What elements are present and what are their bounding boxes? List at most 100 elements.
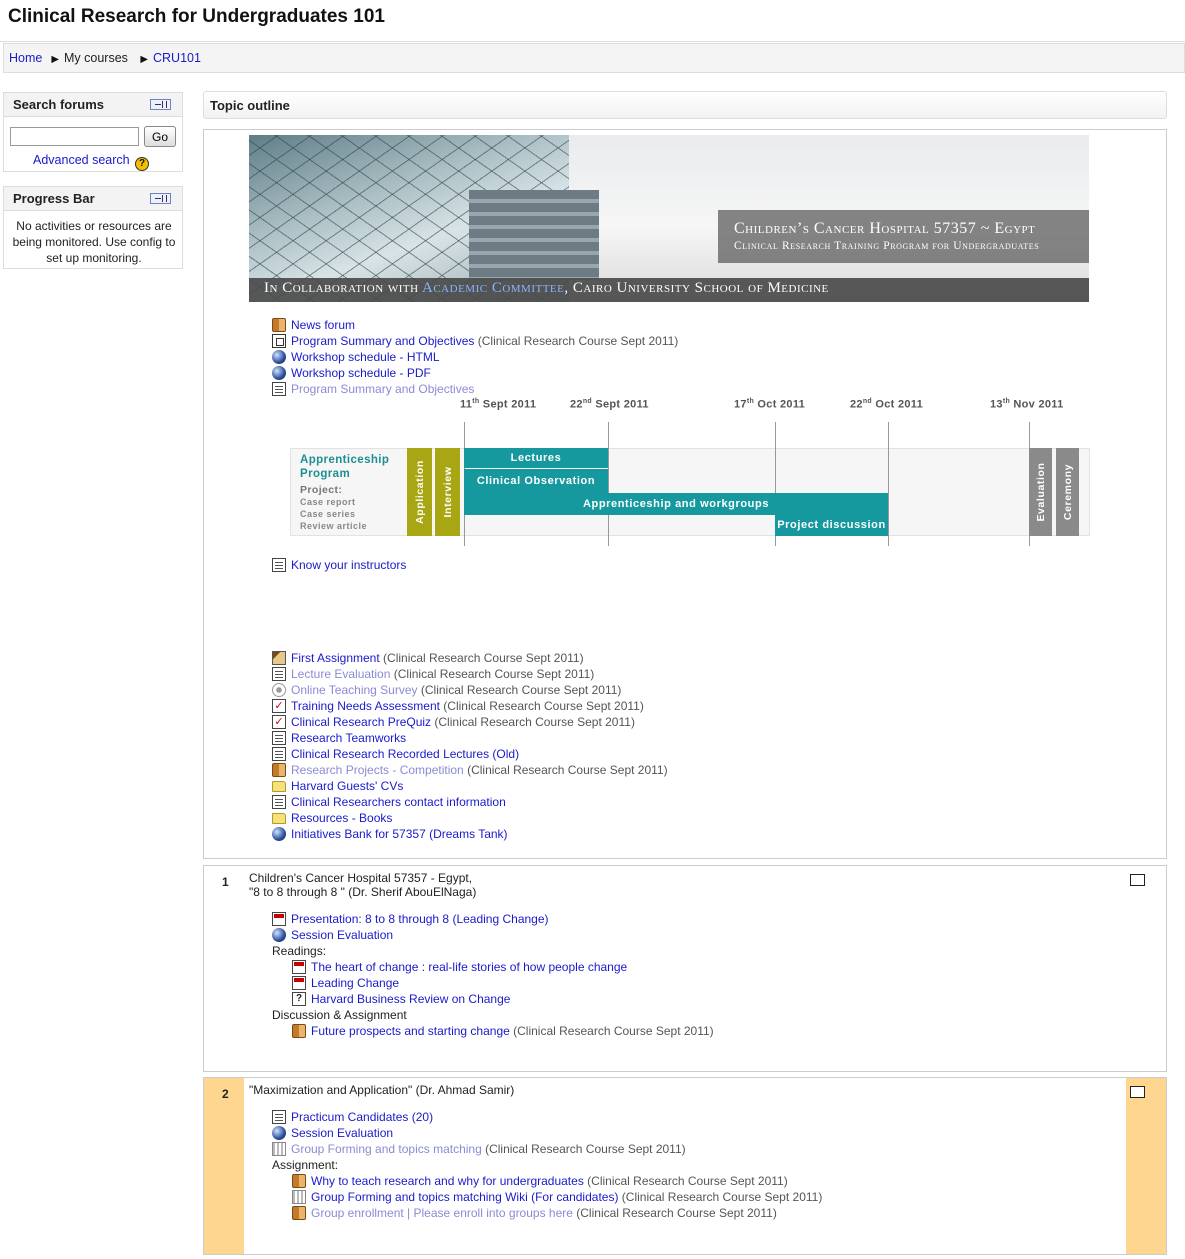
activity-category: (Clinical Research Course Sept 2011) — [463, 763, 668, 777]
banner-footer-post: , Cairo University School of Medicine — [564, 280, 829, 296]
section-highlight-toggle[interactable] — [1130, 1086, 1145, 1098]
instructors-photo-strip — [272, 575, 1020, 647]
forum-icon — [292, 1174, 306, 1188]
timeline-gridline — [888, 422, 889, 546]
activity-link[interactable]: Clinical Research Recorded Lectures (Old… — [291, 747, 519, 761]
banner-footer: In Collaboration with Academic Committee… — [249, 278, 1089, 302]
breadcrumb-course[interactable]: CRU101 — [153, 51, 201, 65]
clinical-observation-bar: Clinical Observation — [464, 469, 608, 493]
banner-footer-pre: In Collaboration with — [264, 280, 423, 296]
activity-link[interactable]: Initiatives Bank for 57357 (Dreams Tank) — [291, 827, 508, 841]
breadcrumb-separator: ► — [138, 52, 151, 66]
assignment-label: Assignment: — [272, 1158, 339, 1172]
activity-link[interactable]: Clinical Research PreQuiz — [291, 715, 431, 729]
section-right-highlight — [1126, 1078, 1166, 1254]
activity-link[interactable]: Training Needs Assessment — [291, 699, 440, 713]
activity-link[interactable]: Presentation: 8 to 8 through 8 (Leading … — [291, 912, 549, 926]
activity-link[interactable]: Why to teach research and why for underg… — [311, 1174, 584, 1188]
help-icon[interactable]: ? — [135, 157, 150, 171]
apprenticeship-legend: Apprenticeship Program Project: Case rep… — [300, 453, 410, 532]
discussion-label: Discussion & Assignment — [272, 1008, 407, 1022]
unknown-icon — [292, 992, 306, 1006]
project-discussion-bar: Project discussion — [775, 515, 888, 536]
page-title: Clinical Research for Undergraduates 101 — [8, 6, 385, 27]
section-highlight-toggle[interactable] — [1130, 874, 1145, 886]
activity-category: (Clinical Research Course Sept 2011) — [618, 1190, 823, 1204]
project-item: Case series — [300, 509, 356, 519]
breadcrumb-home[interactable]: Home — [9, 51, 42, 65]
search-input[interactable] — [10, 127, 139, 146]
section-summary-line: Children's Cancer Hospital 57357 - Egypt… — [249, 871, 473, 885]
project-item: Case report — [300, 497, 356, 507]
section-0: Children’s Cancer Hospital 57357 ~ Egypt… — [203, 129, 1167, 859]
choice-icon — [272, 683, 286, 697]
program-timeline: 11th Sept 2011 22nd Sept 2011 17th Oct 201… — [290, 398, 1090, 548]
activity-link[interactable]: Resources - Books — [291, 811, 392, 825]
evaluation-bar: Evaluation — [1029, 448, 1052, 536]
activity-link[interactable]: News forum — [291, 318, 355, 332]
activity-link[interactable]: Lecture Evaluation — [291, 667, 390, 681]
forum-icon — [292, 1206, 306, 1220]
activity-link[interactable]: Workshop schedule - HTML — [291, 350, 440, 364]
section-summary-line: "8 to 8 through 8 " (Dr. Sherif AbouElNa… — [249, 885, 477, 899]
building-photo-wing — [469, 190, 599, 280]
block-dock-icon[interactable] — [150, 99, 171, 110]
quiz-icon — [272, 715, 286, 729]
page-icon — [272, 731, 286, 745]
activity-link[interactable]: Harvard Guests' CVs — [291, 779, 403, 793]
timeline-date: 17th Oct 2011 — [734, 398, 806, 411]
globe-icon — [272, 827, 286, 841]
activity-link[interactable]: Leading Change — [311, 976, 399, 990]
page-icon — [272, 1110, 286, 1124]
activity-link[interactable]: Program Summary and Objectives — [291, 334, 474, 348]
activity-category: (Clinical Research Course Sept 2011) — [431, 715, 635, 729]
activity-link[interactable]: Research Projects - Competition — [291, 763, 464, 777]
advanced-search-link[interactable]: Advanced search — [33, 153, 130, 167]
activity-category: (Clinical Research Course Sept 2011) — [379, 651, 584, 665]
globe-icon — [272, 928, 286, 942]
application-bar: Application — [407, 448, 432, 536]
breadcrumb-separator: ► — [49, 52, 62, 66]
activity-link[interactable]: Group Forming and topics matching — [291, 1142, 482, 1156]
activity-link[interactable]: Harvard Business Review on Change — [311, 992, 510, 1006]
forum-icon — [292, 1024, 306, 1038]
activity-link[interactable]: The heart of change : real-life stories … — [311, 960, 627, 974]
timeline-date: 13th Nov 2011 — [990, 398, 1064, 411]
activity-link[interactable]: Group enrollment | Please enroll into gr… — [311, 1206, 573, 1220]
globe-icon — [272, 350, 286, 364]
activity-category: (Clinical Research Course Sept 2011) — [583, 1174, 788, 1188]
folder-icon — [272, 781, 286, 792]
activity-link[interactable]: Program Summary and Objectives — [291, 382, 474, 396]
activity-link[interactable]: Online Teaching Survey — [291, 683, 418, 697]
banner-footer-highlight: Academic Committee — [422, 280, 565, 296]
forum-icon — [272, 763, 286, 777]
activity-link[interactable]: Workshop schedule - PDF — [291, 366, 431, 380]
globe-icon — [272, 366, 286, 380]
activity-link[interactable]: Clinical Researchers contact information — [291, 795, 506, 809]
activity-link[interactable]: Research Teamworks — [291, 731, 406, 745]
activity-category: (Clinical Research Course Sept 2011) — [474, 334, 679, 348]
block-header: Search forums — [4, 93, 182, 117]
activity-category: (Clinical Research Course Sept 2011) — [439, 699, 644, 713]
topic-outline-title: Topic outline — [210, 98, 290, 113]
breadcrumb: Home ► My courses ► CRU101 — [3, 43, 1185, 73]
section-2: 2 "Maximization and Application" (Dr. Ah… — [203, 1077, 1167, 1255]
activity-category: (Clinical Research Course Sept 2011) — [572, 1206, 777, 1220]
activity-link[interactable]: First Assignment — [291, 651, 380, 665]
globe-icon — [272, 1126, 286, 1140]
block-dock-icon[interactable] — [150, 193, 171, 204]
activity-category: (Clinical Research Course Sept 2011) — [390, 667, 595, 681]
activity-link[interactable]: Session Evaluation — [291, 928, 393, 942]
activity-link[interactable]: Session Evaluation — [291, 1126, 393, 1140]
progress-bar-block: Progress Bar No activities or resources … — [3, 186, 183, 269]
activity-link[interactable]: Group Forming and topics matching Wiki (… — [311, 1190, 618, 1204]
progress-bar-message: No activities or resources are being mon… — [12, 219, 176, 265]
go-button[interactable]: Go — [144, 126, 176, 147]
activity-link[interactable]: Future prospects and starting change — [311, 1024, 510, 1038]
breadcrumb-my-courses[interactable]: My courses — [64, 51, 128, 65]
activity-link[interactable]: Practicum Candidates (20) — [291, 1110, 433, 1124]
block-title: Progress Bar — [13, 191, 95, 206]
activity-link[interactable]: Know your instructors — [291, 557, 406, 573]
page-icon — [272, 747, 286, 761]
activity-category: (Clinical Research Course Sept 2011) — [417, 683, 622, 697]
